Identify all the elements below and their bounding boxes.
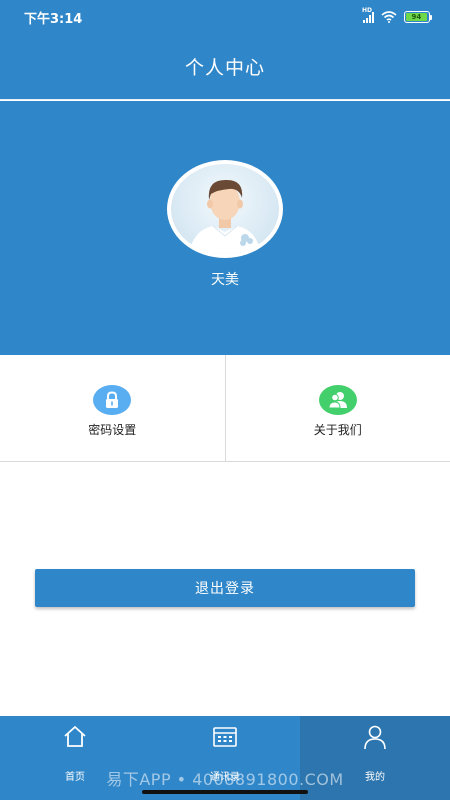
signal-icon: HD [362, 7, 374, 23]
home-icon [64, 726, 86, 747]
page-title: 个人中心 [184, 57, 265, 79]
profile-section: 天美 [0, 101, 450, 355]
menu-item-password[interactable]: 密码设置 [0, 355, 225, 461]
profile-icon [364, 725, 386, 750]
wifi-icon [381, 11, 397, 23]
tab-label-contacts: 通讯录 [210, 772, 240, 783]
home-indicator [142, 790, 308, 794]
menu-item-about[interactable]: 关于我们 [224, 355, 450, 461]
settings-menu: 密码设置 关于我们 [0, 355, 450, 462]
contacts-icon [213, 727, 237, 747]
tab-contacts[interactable]: 通讯录 [150, 716, 300, 800]
avatar[interactable] [167, 160, 283, 258]
tab-profile[interactable]: 我的 [300, 716, 450, 800]
hd-label: HD [362, 7, 373, 14]
status-time: 下午3:14 [24, 11, 83, 27]
users-icon [318, 385, 357, 415]
lock-icon [93, 385, 132, 415]
battery-level: 94 [406, 13, 427, 21]
bottom-tab-bar: 首页 通讯录 我的 [0, 716, 450, 800]
menu-label-about: 关于我们 [313, 423, 362, 437]
logout-button[interactable]: 退出登录 [35, 569, 415, 607]
header: 个人中心 [0, 34, 450, 100]
tab-home[interactable]: 首页 [0, 716, 150, 800]
status-bar: 下午3:14 HD 94 [0, 0, 450, 34]
status-icons: HD 94 [362, 7, 432, 23]
user-name: 天美 [211, 272, 239, 288]
tab-label-home: 首页 [65, 772, 85, 783]
user-avatar [171, 164, 279, 254]
tab-label-profile: 我的 [365, 772, 385, 783]
menu-label-password: 密码设置 [88, 423, 137, 437]
battery-icon: 94 [404, 11, 432, 23]
